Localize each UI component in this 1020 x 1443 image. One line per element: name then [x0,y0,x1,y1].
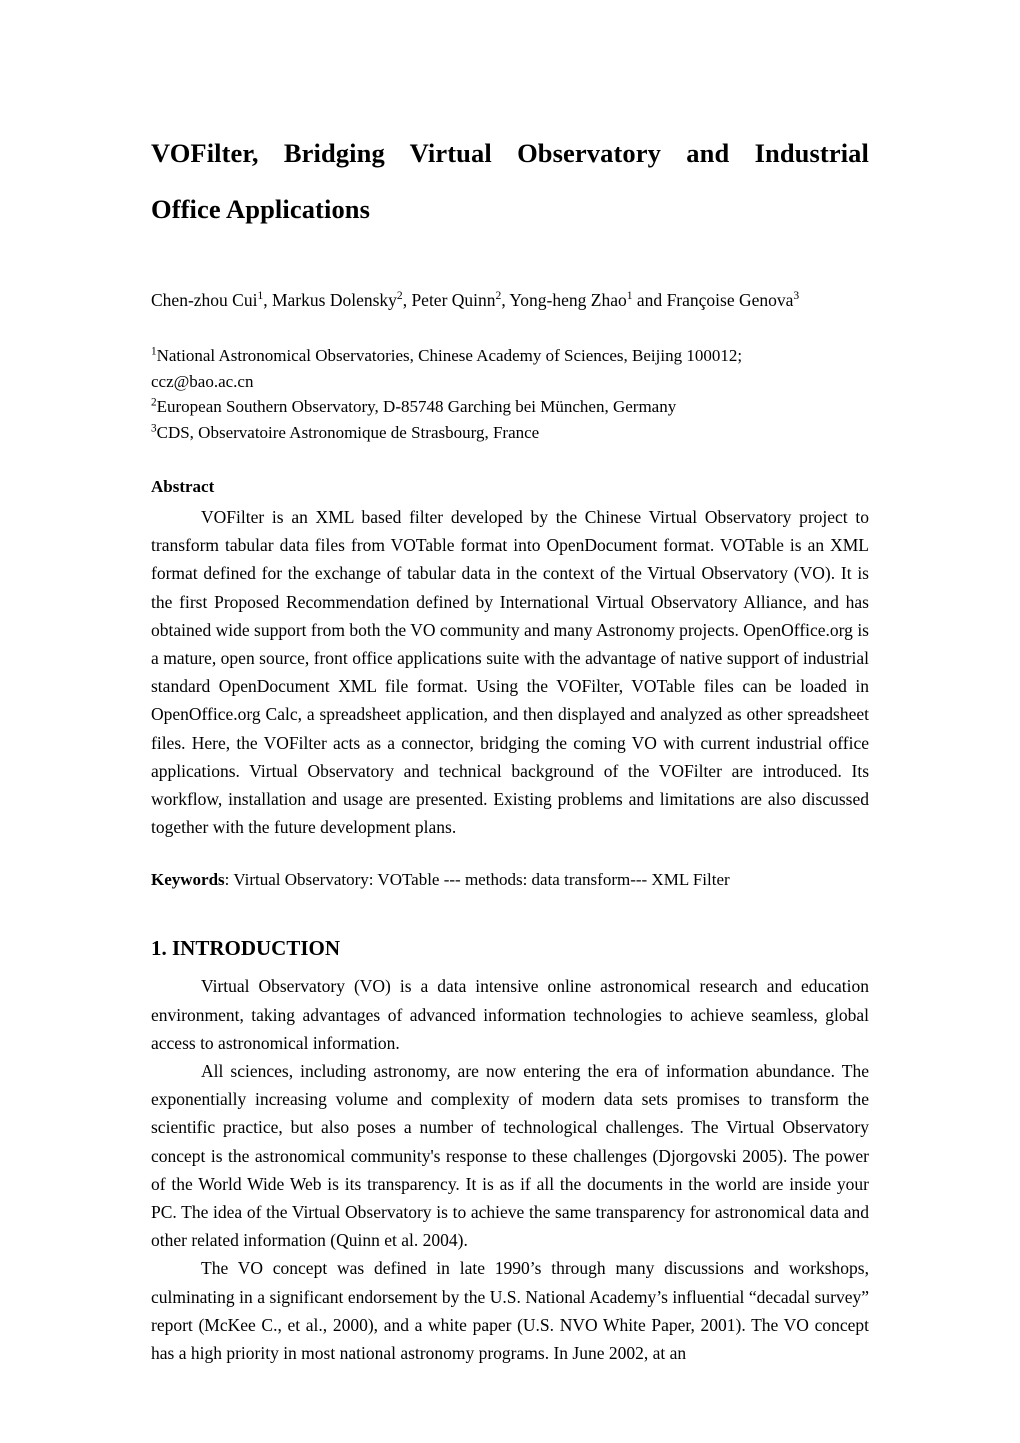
text-column: VOFilter, Bridging Virtual Observatory a… [151,125,869,1367]
keywords-text: : Virtual Observatory: VOTable --- metho… [224,870,730,890]
author-name-3: Peter Quinn [411,290,496,310]
author-name-2: Markus Dolensky [271,290,397,310]
page-title: VOFilter, Bridging Virtual Observatory a… [151,125,869,237]
author-list: Chen-zhou Cui1, Markus Dolensky2, Peter … [151,237,869,311]
title-line-1: VOFilter, Bridging Virtual Observatory a… [151,138,869,168]
paragraph: All sciences, including astronomy, are n… [151,1061,869,1251]
document-page: VOFilter, Bridging Virtual Observatory a… [0,0,1020,1443]
author-affil-marker-5: 3 [793,290,800,303]
section-body-introduction: Virtual Observatory (VO) is a data inten… [151,962,869,1367]
abstract-heading: Abstract [151,477,215,496]
title-line-2: Office Applications [151,194,371,224]
abstract-section: Abstract VOFilter is an XML based filter… [151,445,869,841]
keywords-line: Keywords: Virtual Observatory: VOTable -… [151,841,869,892]
keywords-label: Keywords [151,870,225,890]
affiliation-list: 1National Astronomical Observatories, Ch… [151,311,869,445]
paragraph: Virtual Observatory (VO) is a data inten… [151,976,869,1053]
affiliation-email-text: ccz@bao.ac.cn [151,371,254,391]
abstract-body: VOFilter is an XML based filter develope… [151,507,869,838]
affiliation-text: CDS, Observatoire Astronomique de Strasb… [156,422,540,442]
section-heading-introduction: 1. INTRODUCTION [151,936,341,961]
author-separator-4: and [632,290,667,310]
affiliation-item: 2European Southern Observatory, D-85748 … [151,394,869,420]
author-name-4: Yong-heng Zhao [509,290,627,310]
affiliation-item: 1National Astronomical Observatories, Ch… [151,343,869,369]
affiliation-text: European Southern Observatory, D-85748 G… [156,397,677,416]
author-separator-1: , [263,290,272,310]
affiliation-email: ccz@bao.ac.cn [151,369,869,395]
affiliation-item: 3CDS, Observatoire Astronomique de Stras… [151,420,869,446]
affiliation-text: National Astronomical Observatories, Chi… [156,346,743,365]
author-name-1: Chen-zhou Cui [151,290,258,310]
author-name-5: Françoise Genova [666,290,794,310]
paragraph: The VO concept was defined in late 1990’… [151,1258,869,1364]
